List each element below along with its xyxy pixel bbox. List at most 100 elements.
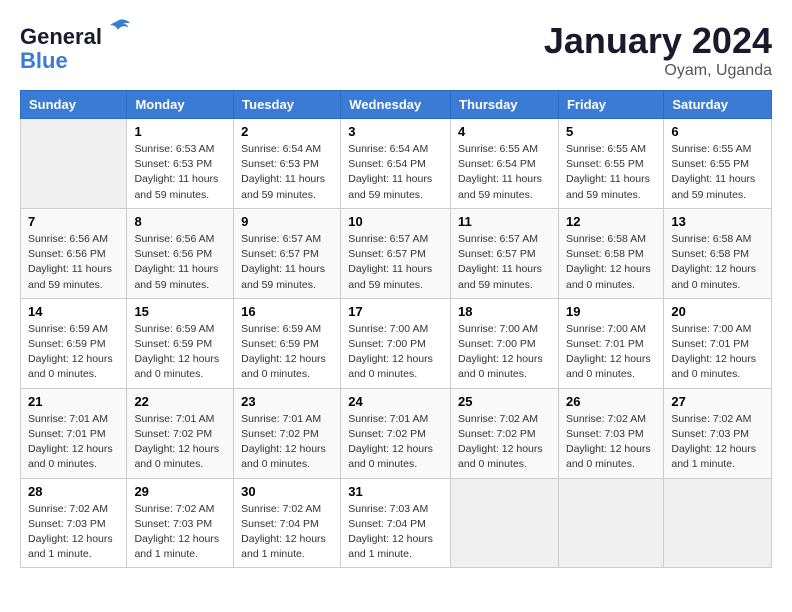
day-number: 1 bbox=[134, 124, 226, 139]
day-info: Sunrise: 6:59 AMSunset: 6:59 PMDaylight:… bbox=[241, 322, 333, 383]
month-title: January 2024 bbox=[544, 20, 772, 62]
calendar-cell: 29Sunrise: 7:02 AMSunset: 7:03 PMDayligh… bbox=[127, 478, 234, 568]
calendar-week-3: 14 Sunrise: 6:59 AMSunset: 6:59 PMDayligh… bbox=[21, 298, 772, 388]
day-info: Sunrise: 6:54 AMSunset: 6:53 PMDaylight:… bbox=[241, 142, 333, 203]
day-number: 8 bbox=[134, 214, 226, 229]
calendar-cell: 15 Sunrise: 6:59 AMSunset: 6:59 PMDayligh… bbox=[127, 298, 234, 388]
day-info: Sunrise: 6:57 AMSunset: 6:57 PMDaylight:… bbox=[241, 232, 333, 293]
day-number: 7 bbox=[28, 214, 119, 229]
day-number: 19 bbox=[566, 304, 656, 319]
calendar-cell: 24 Sunrise: 7:01 AMSunset: 7:02 PMDayligh… bbox=[341, 388, 451, 478]
day-number: 31 bbox=[348, 484, 443, 499]
day-header-tuesday: Tuesday bbox=[234, 91, 341, 119]
day-header-wednesday: Wednesday bbox=[341, 91, 451, 119]
day-info: Sunrise: 6:59 AMSunset: 6:59 PMDaylight:… bbox=[134, 322, 226, 383]
day-info: Sunrise: 7:01 AMSunset: 7:02 PMDaylight:… bbox=[348, 412, 443, 473]
day-number: 2 bbox=[241, 124, 333, 139]
day-info: Sunrise: 7:03 AMSunset: 7:04 PMDaylight:… bbox=[348, 502, 443, 563]
day-header-sunday: Sunday bbox=[21, 91, 127, 119]
day-number: 29 bbox=[134, 484, 226, 499]
day-number: 13 bbox=[671, 214, 764, 229]
day-header-monday: Monday bbox=[127, 91, 234, 119]
day-number: 3 bbox=[348, 124, 443, 139]
day-info: Sunrise: 6:54 AMSunset: 6:54 PMDaylight:… bbox=[348, 142, 443, 203]
day-info: Sunrise: 7:02 AMSunset: 7:02 PMDaylight:… bbox=[458, 412, 551, 473]
calendar-cell: 8 Sunrise: 6:56 AMSunset: 6:56 PMDaylight… bbox=[127, 208, 234, 298]
day-info: Sunrise: 7:00 AMSunset: 7:00 PMDaylight:… bbox=[458, 322, 551, 383]
title-area: January 2024 Oyam, Uganda bbox=[544, 20, 772, 80]
day-info: Sunrise: 6:56 AMSunset: 6:56 PMDaylight:… bbox=[134, 232, 226, 293]
day-number: 24 bbox=[348, 394, 443, 409]
calendar-cell: 17Sunrise: 7:00 AMSunset: 7:00 PMDayligh… bbox=[341, 298, 451, 388]
calendar-cell: 18 Sunrise: 7:00 AMSunset: 7:00 PMDayligh… bbox=[451, 298, 559, 388]
calendar-cell: 7 Sunrise: 6:56 AMSunset: 6:56 PMDaylight… bbox=[21, 208, 127, 298]
location: Oyam, Uganda bbox=[544, 62, 772, 80]
calendar-cell: 22 Sunrise: 7:01 AMSunset: 7:02 PMDayligh… bbox=[127, 388, 234, 478]
day-number: 30 bbox=[241, 484, 333, 499]
calendar-cell bbox=[21, 119, 127, 209]
day-info: Sunrise: 7:01 AMSunset: 7:01 PMDaylight:… bbox=[28, 412, 119, 473]
calendar-cell: 3 Sunrise: 6:54 AMSunset: 6:54 PMDaylight… bbox=[341, 119, 451, 209]
day-number: 27 bbox=[671, 394, 764, 409]
calendar-week-2: 7 Sunrise: 6:56 AMSunset: 6:56 PMDaylight… bbox=[21, 208, 772, 298]
calendar-cell: 31 Sunrise: 7:03 AMSunset: 7:04 PMDayligh… bbox=[341, 478, 451, 568]
calendar-cell: 14Sunrise: 6:59 AMSunset: 6:59 PMDayligh… bbox=[21, 298, 127, 388]
day-number: 15 bbox=[134, 304, 226, 319]
day-info: Sunrise: 7:01 AMSunset: 7:02 PMDaylight:… bbox=[241, 412, 333, 473]
day-number: 21 bbox=[28, 394, 119, 409]
day-number: 10 bbox=[348, 214, 443, 229]
day-info: Sunrise: 6:53 AMSunset: 6:53 PMDaylight:… bbox=[134, 142, 226, 203]
calendar-cell: 19 Sunrise: 7:00 AMSunset: 7:01 PMDayligh… bbox=[558, 298, 663, 388]
day-number: 26 bbox=[566, 394, 656, 409]
day-number: 23 bbox=[241, 394, 333, 409]
calendar-cell: 28 Sunrise: 7:02 AMSunset: 7:03 PMDayligh… bbox=[21, 478, 127, 568]
calendar-cell: 16 Sunrise: 6:59 AMSunset: 6:59 PMDayligh… bbox=[234, 298, 341, 388]
day-info: Sunrise: 6:57 AMSunset: 6:57 PMDaylight:… bbox=[458, 232, 551, 293]
day-info: Sunrise: 6:56 AMSunset: 6:56 PMDaylight:… bbox=[28, 232, 119, 293]
logo-text: General Blue bbox=[20, 20, 132, 73]
day-number: 14 bbox=[28, 304, 119, 319]
calendar-cell: 11 Sunrise: 6:57 AMSunset: 6:57 PMDayligh… bbox=[451, 208, 559, 298]
day-header-friday: Friday bbox=[558, 91, 663, 119]
calendar-week-4: 21 Sunrise: 7:01 AMSunset: 7:01 PMDayligh… bbox=[21, 388, 772, 478]
calendar-cell: 30 Sunrise: 7:02 AMSunset: 7:04 PMDayligh… bbox=[234, 478, 341, 568]
day-number: 18 bbox=[458, 304, 551, 319]
day-info: Sunrise: 6:57 AMSunset: 6:57 PMDaylight:… bbox=[348, 232, 443, 293]
calendar-cell: 20 Sunrise: 7:00 AMSunset: 7:01 PMDayligh… bbox=[664, 298, 772, 388]
calendar-week-5: 28 Sunrise: 7:02 AMSunset: 7:03 PMDayligh… bbox=[21, 478, 772, 568]
calendar-cell bbox=[451, 478, 559, 568]
calendar-cell bbox=[664, 478, 772, 568]
day-number: 4 bbox=[458, 124, 551, 139]
day-number: 20 bbox=[671, 304, 764, 319]
day-header-thursday: Thursday bbox=[451, 91, 559, 119]
day-info: Sunrise: 6:58 AMSunset: 6:58 PMDaylight:… bbox=[671, 232, 764, 293]
day-info: Sunrise: 6:55 AMSunset: 6:54 PMDaylight:… bbox=[458, 142, 551, 203]
day-number: 6 bbox=[671, 124, 764, 139]
header-row: SundayMondayTuesdayWednesdayThursdayFrid… bbox=[21, 91, 772, 119]
day-info: Sunrise: 7:02 AMSunset: 7:04 PMDaylight:… bbox=[241, 502, 333, 563]
day-number: 25 bbox=[458, 394, 551, 409]
day-info: Sunrise: 6:58 AMSunset: 6:58 PMDaylight:… bbox=[566, 232, 656, 293]
day-header-saturday: Saturday bbox=[664, 91, 772, 119]
day-number: 5 bbox=[566, 124, 656, 139]
day-info: Sunrise: 7:00 AMSunset: 7:01 PMDaylight:… bbox=[566, 322, 656, 383]
page-header: General Blue January 2024 Oyam, Uganda bbox=[20, 20, 772, 80]
day-info: Sunrise: 7:01 AMSunset: 7:02 PMDaylight:… bbox=[134, 412, 226, 473]
day-info: Sunrise: 7:02 AMSunset: 7:03 PMDaylight:… bbox=[566, 412, 656, 473]
calendar-cell: 21 Sunrise: 7:01 AMSunset: 7:01 PMDayligh… bbox=[21, 388, 127, 478]
calendar-cell: 23 Sunrise: 7:01 AMSunset: 7:02 PMDayligh… bbox=[234, 388, 341, 478]
day-number: 11 bbox=[458, 214, 551, 229]
logo-bird-icon bbox=[104, 16, 132, 44]
calendar-table: SundayMondayTuesdayWednesdayThursdayFrid… bbox=[20, 90, 772, 568]
day-info: Sunrise: 7:00 AMSunset: 7:01 PMDaylight:… bbox=[671, 322, 764, 383]
calendar-cell: 26 Sunrise: 7:02 AMSunset: 7:03 PMDayligh… bbox=[558, 388, 663, 478]
day-info: Sunrise: 7:02 AMSunset: 7:03 PMDaylight:… bbox=[28, 502, 119, 563]
day-number: 22 bbox=[134, 394, 226, 409]
calendar-cell: 12Sunrise: 6:58 AMSunset: 6:58 PMDayligh… bbox=[558, 208, 663, 298]
day-number: 28 bbox=[28, 484, 119, 499]
calendar-cell bbox=[558, 478, 663, 568]
calendar-cell: 13 Sunrise: 6:58 AMSunset: 6:58 PMDayligh… bbox=[664, 208, 772, 298]
day-number: 16 bbox=[241, 304, 333, 319]
day-number: 9 bbox=[241, 214, 333, 229]
calendar-cell: 27Sunrise: 7:02 AMSunset: 7:03 PMDayligh… bbox=[664, 388, 772, 478]
